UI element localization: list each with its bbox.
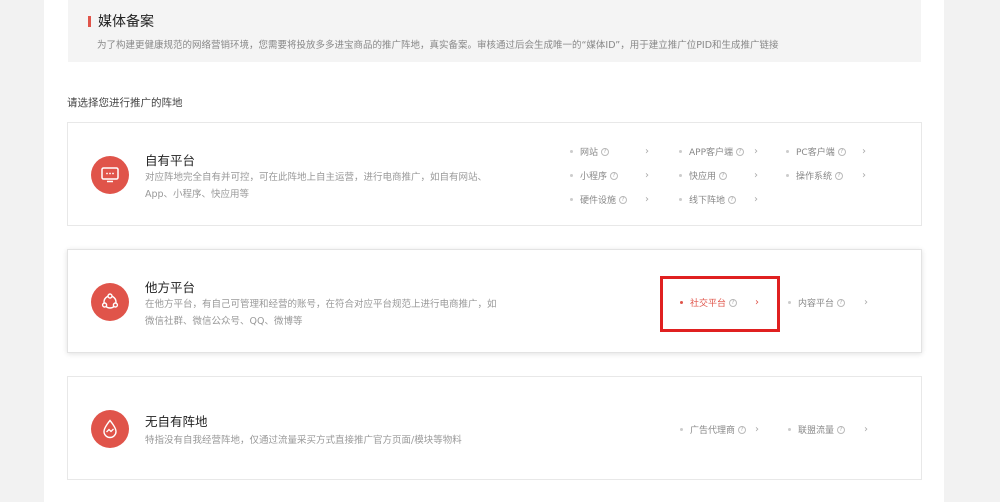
chevron-right-icon: › <box>754 194 758 205</box>
help-icon[interactable]: ? <box>837 425 846 434</box>
monitor-icon <box>91 156 129 194</box>
chevron-right-icon: › <box>645 146 649 157</box>
card-title: 自有平台 <box>145 153 196 168</box>
option-offline-venue[interactable]: 线下阵地 ? › <box>679 193 758 206</box>
option-label: 网站 <box>580 148 599 158</box>
card-third-party-platform: 他方平台 在他方平台，有自己可管理和经营的账号，在符合对应平台规范上进行电商推广… <box>67 249 922 353</box>
bullet-dot <box>680 428 683 431</box>
card-title: 无自有阵地 <box>145 414 208 429</box>
option-label: 硬件设施 <box>580 196 617 206</box>
banner-description: 为了构建更健康规范的网络营销环境，您需要将投放多多进宝商品的推广阵地，真实备案。… <box>97 40 779 51</box>
droplet-icon <box>91 410 129 448</box>
page-container: 媒体备案 为了构建更健康规范的网络营销环境，您需要将投放多多进宝商品的推广阵地，… <box>44 0 944 502</box>
title-accent-bar <box>88 15 91 27</box>
chevron-right-icon: › <box>754 146 758 157</box>
option-mini-program[interactable]: 小程序 ? › <box>570 169 649 182</box>
option-label: PC客户端 <box>796 148 835 158</box>
bullet-dot <box>788 428 791 431</box>
option-content-platform[interactable]: 内容平台 ? › <box>788 296 868 309</box>
chevron-right-icon: › <box>755 424 759 435</box>
chevron-right-icon: › <box>864 297 868 308</box>
bullet-dot <box>570 174 573 177</box>
option-alliance-traffic[interactable]: 联盟流量 ? › <box>788 423 868 436</box>
help-icon[interactable]: ? <box>837 298 846 307</box>
option-hardware[interactable]: 硬件设施 ? › <box>570 193 649 206</box>
option-label: 快应用 <box>689 172 717 182</box>
help-icon[interactable]: ? <box>837 147 846 156</box>
option-quick-app[interactable]: 快应用 ? › <box>679 169 758 182</box>
chevron-right-icon: › <box>862 170 866 181</box>
card-no-own-venue: 无自有阵地 特指没有自我经营阵地，仅通过流量采买方式直接推广官方页面/模块等物料… <box>67 376 922 480</box>
chevron-right-icon: › <box>754 170 758 181</box>
option-label: 操作系统 <box>796 172 833 182</box>
option-app-client[interactable]: APP客户端 ? › <box>679 145 758 158</box>
option-label: 内容平台 <box>798 299 835 309</box>
card-description: 特指没有自我经营阵地，仅通过流量采买方式直接推广官方页面/模块等物料 <box>145 435 462 446</box>
help-icon[interactable]: ? <box>736 147 745 156</box>
help-icon[interactable]: ? <box>619 195 628 204</box>
bullet-dot <box>679 150 682 153</box>
help-icon[interactable]: ? <box>835 171 844 180</box>
bullet-dot <box>786 150 789 153</box>
card-description: 对应阵地完全自有并可控，可在此阵地上自主运营，进行电商推广，如自有网站、App、… <box>145 172 488 200</box>
chevron-right-icon: › <box>645 170 649 181</box>
option-label: 联盟流量 <box>798 426 835 436</box>
card-own-platform: 自有平台 对应阵地完全自有并可控，可在此阵地上自主运营，进行电商推广，如自有网站… <box>67 122 922 226</box>
banner-title-text: 媒体备案 <box>98 14 154 30</box>
chevron-right-icon: › <box>864 424 868 435</box>
selection-highlight-box <box>660 276 780 332</box>
help-icon[interactable]: ? <box>719 171 728 180</box>
help-icon[interactable]: ? <box>610 171 619 180</box>
option-label: APP客户端 <box>689 148 734 158</box>
option-label: 小程序 <box>580 172 608 182</box>
option-operating-system[interactable]: 操作系统 ? › <box>786 169 866 182</box>
bullet-dot <box>679 198 682 201</box>
option-label: 线下阵地 <box>689 196 726 206</box>
option-label: 广告代理商 <box>690 426 736 436</box>
help-icon[interactable]: ? <box>728 195 737 204</box>
option-ad-agency[interactable]: 广告代理商 ? › <box>680 423 759 436</box>
people-icon <box>91 283 129 321</box>
bullet-dot <box>786 174 789 177</box>
bullet-dot <box>570 150 573 153</box>
card-description: 在他方平台，有自己可管理和经营的账号，在符合对应平台规范上进行电商推广，如微信社… <box>145 299 497 327</box>
help-icon[interactable]: ? <box>601 147 610 156</box>
bullet-dot <box>679 174 682 177</box>
bullet-dot <box>788 301 791 304</box>
choose-platform-prompt: 请选择您进行推广的阵地 <box>67 97 183 109</box>
help-icon[interactable]: ? <box>738 425 747 434</box>
option-website[interactable]: 网站 ? › <box>570 145 649 158</box>
card-title: 他方平台 <box>145 280 196 295</box>
chevron-right-icon: › <box>862 146 866 157</box>
option-pc-client[interactable]: PC客户端 ? › <box>786 145 866 158</box>
chevron-right-icon: › <box>645 194 649 205</box>
page-title: 媒体备案 <box>88 11 154 31</box>
bullet-dot <box>570 198 573 201</box>
media-filing-banner: 媒体备案 为了构建更健康规范的网络营销环境，您需要将投放多多进宝商品的推广阵地，… <box>68 0 921 62</box>
